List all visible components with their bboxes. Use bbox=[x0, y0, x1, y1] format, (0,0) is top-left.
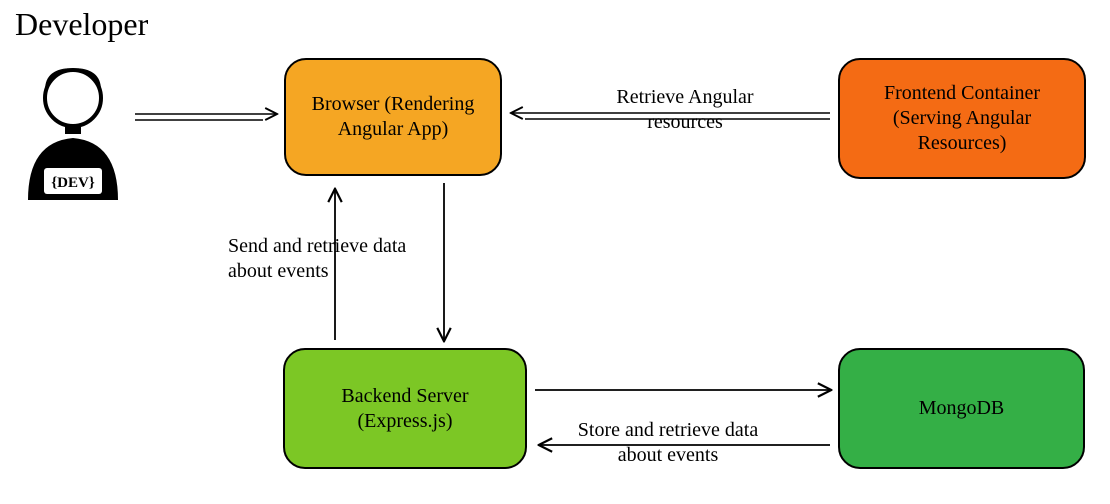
dev-badge-text: {DEV} bbox=[51, 175, 95, 191]
developer-icon: {DEV} bbox=[18, 50, 128, 210]
node-frontend-container: Frontend Container (Serving Angular Reso… bbox=[838, 58, 1086, 179]
developer-title: Developer bbox=[15, 6, 148, 43]
arrow-developer-to-browser bbox=[135, 114, 276, 120]
label-send-retrieve-events: Send and retrieve data about events bbox=[228, 234, 428, 284]
node-mongodb: MongoDB bbox=[838, 348, 1085, 469]
diagram-stage: Developer {DEV} Browser (Rendering Angul… bbox=[0, 0, 1110, 504]
node-backend-server: Backend Server (Express.js) bbox=[283, 348, 527, 469]
label-retrieve-angular: Retrieve Angular resources bbox=[580, 85, 790, 135]
node-browser: Browser (Rendering Angular App) bbox=[284, 58, 502, 176]
label-store-retrieve-events: Store and retrieve data about events bbox=[558, 418, 778, 468]
